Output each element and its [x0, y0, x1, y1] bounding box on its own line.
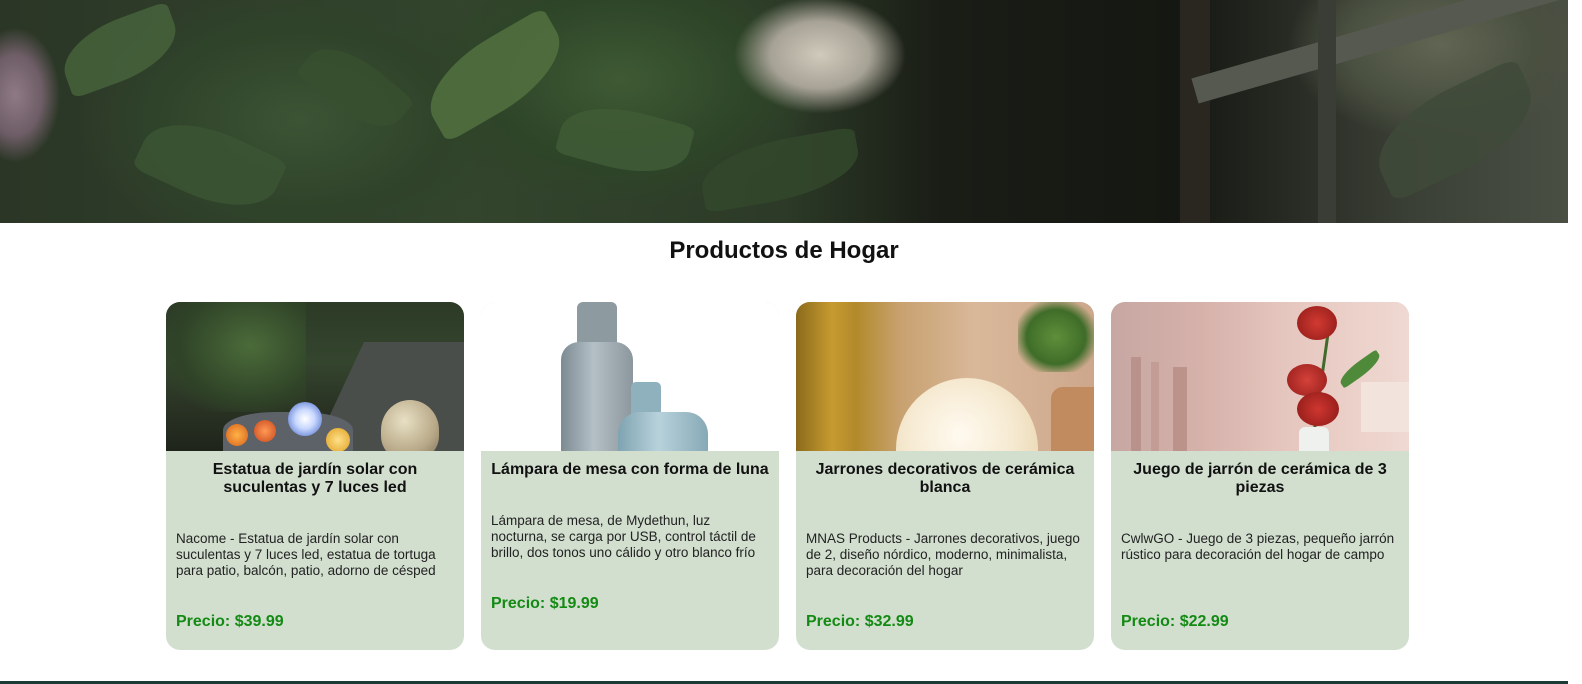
product-description: Lámpara de mesa, de Mydethun, luz noctur… [491, 513, 756, 560]
product-title[interactable]: Lámpara de mesa con forma de luna [491, 461, 769, 479]
product-price: Precio: $19.99 [491, 595, 599, 612]
product-card[interactable]: Juego de jarrón de cerámica de 3 piezas … [1111, 302, 1409, 650]
product-description: MNAS Products - Jarrones decorativos, ju… [806, 531, 1080, 578]
hero-banner-image [0, 0, 1568, 223]
section-title: Productos de Hogar [669, 237, 899, 264]
product-image-red-flowers-vase[interactable] [1111, 302, 1409, 451]
product-price: Precio: $39.99 [176, 613, 284, 630]
product-image-solar-turtle-statue[interactable] [166, 302, 464, 451]
product-card[interactable]: Jarrones decorativos de cerámica blanca … [796, 302, 1094, 650]
product-description: Nacome - Estatua de jardín solar con suc… [176, 531, 436, 578]
product-card[interactable]: Estatua de jardín solar con suculentas y… [166, 302, 464, 650]
product-description: CwlwGO - Juego de 3 piezas, pequeño jarr… [1121, 531, 1395, 562]
product-title[interactable]: Juego de jarrón de cerámica de 3 piezas [1121, 461, 1399, 497]
product-image-moon-lamp[interactable] [796, 302, 1094, 451]
product-title[interactable]: Estatua de jardín solar con suculentas y… [176, 461, 454, 497]
product-title[interactable]: Jarrones decorativos de cerámica blanca [806, 461, 1084, 497]
product-card[interactable]: Lámpara de mesa con forma de luna Lámpar… [481, 302, 779, 650]
product-image-ceramic-vases[interactable] [481, 302, 779, 451]
product-price: Precio: $22.99 [1121, 613, 1229, 630]
product-price: Precio: $32.99 [806, 613, 914, 630]
scrollbar-track[interactable] [1568, 0, 1582, 684]
